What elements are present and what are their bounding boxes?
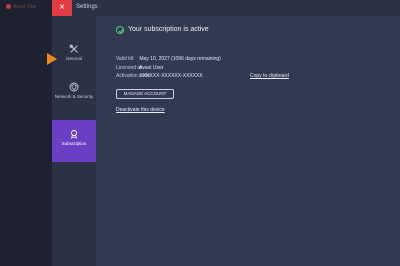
sidebar-item-label: Subscription — [61, 141, 87, 146]
manage-account-button[interactable]: MANAGE ACCOUNT — [116, 89, 174, 99]
activation-code-row: Activation code: XXXXXX-XXXXXX-XXXXXX — [116, 73, 203, 79]
titlebar: × Settings — [52, 0, 400, 16]
copy-to-clipboard-link[interactable]: Copy to clipboard — [250, 73, 289, 79]
close-button[interactable]: × — [52, 0, 72, 16]
check-circle-icon — [116, 26, 124, 34]
settings-sidebar: General Network & Security Subscription — [52, 16, 96, 266]
badge-icon — [71, 130, 77, 139]
network-shield-icon — [69, 82, 79, 92]
activation-code-label: Activation code: — [116, 73, 152, 79]
valid-till-value: May 10, 2027 (1096 days remaining) — [139, 56, 221, 62]
sidebar-item-label: Network & Security — [54, 94, 94, 99]
activation-code-value: XXXXXX-XXXXXX-XXXXXX — [139, 73, 203, 79]
sidebar-item-label: General — [65, 56, 82, 61]
valid-till-row: Valid till: May 10, 2027 (1096 days rema… — [116, 56, 221, 62]
background-app: Avast One ... — [0, 0, 52, 266]
subscription-panel: Your subscription is active Valid till: … — [96, 16, 400, 266]
settings-dialog: × Settings General Network & Security Su… — [52, 0, 400, 266]
sidebar-item-network-security[interactable]: Network & Security — [52, 82, 96, 116]
valid-till-label: Valid till: — [116, 56, 135, 62]
tools-icon — [69, 44, 78, 53]
background-faint-text: ... — [44, 238, 48, 243]
orange-pointer-arrow — [47, 53, 57, 65]
sidebar-item-general[interactable]: General — [52, 44, 96, 70]
licensed-to-value: Avast User — [139, 65, 164, 71]
window-title: Settings — [76, 4, 98, 10]
licensed-to-row: Licensed to: Avast User — [116, 65, 164, 71]
background-logo: Avast One — [6, 4, 36, 10]
background-app-name: Avast One — [13, 4, 37, 10]
status-text: Your subscription is active — [128, 26, 209, 33]
licensed-to-label: Licensed to: — [116, 65, 143, 71]
avast-logo-icon — [6, 4, 11, 10]
deactivate-device-link[interactable]: Deactivate this device — [116, 107, 165, 113]
sidebar-item-subscription[interactable]: Subscription — [52, 120, 96, 162]
